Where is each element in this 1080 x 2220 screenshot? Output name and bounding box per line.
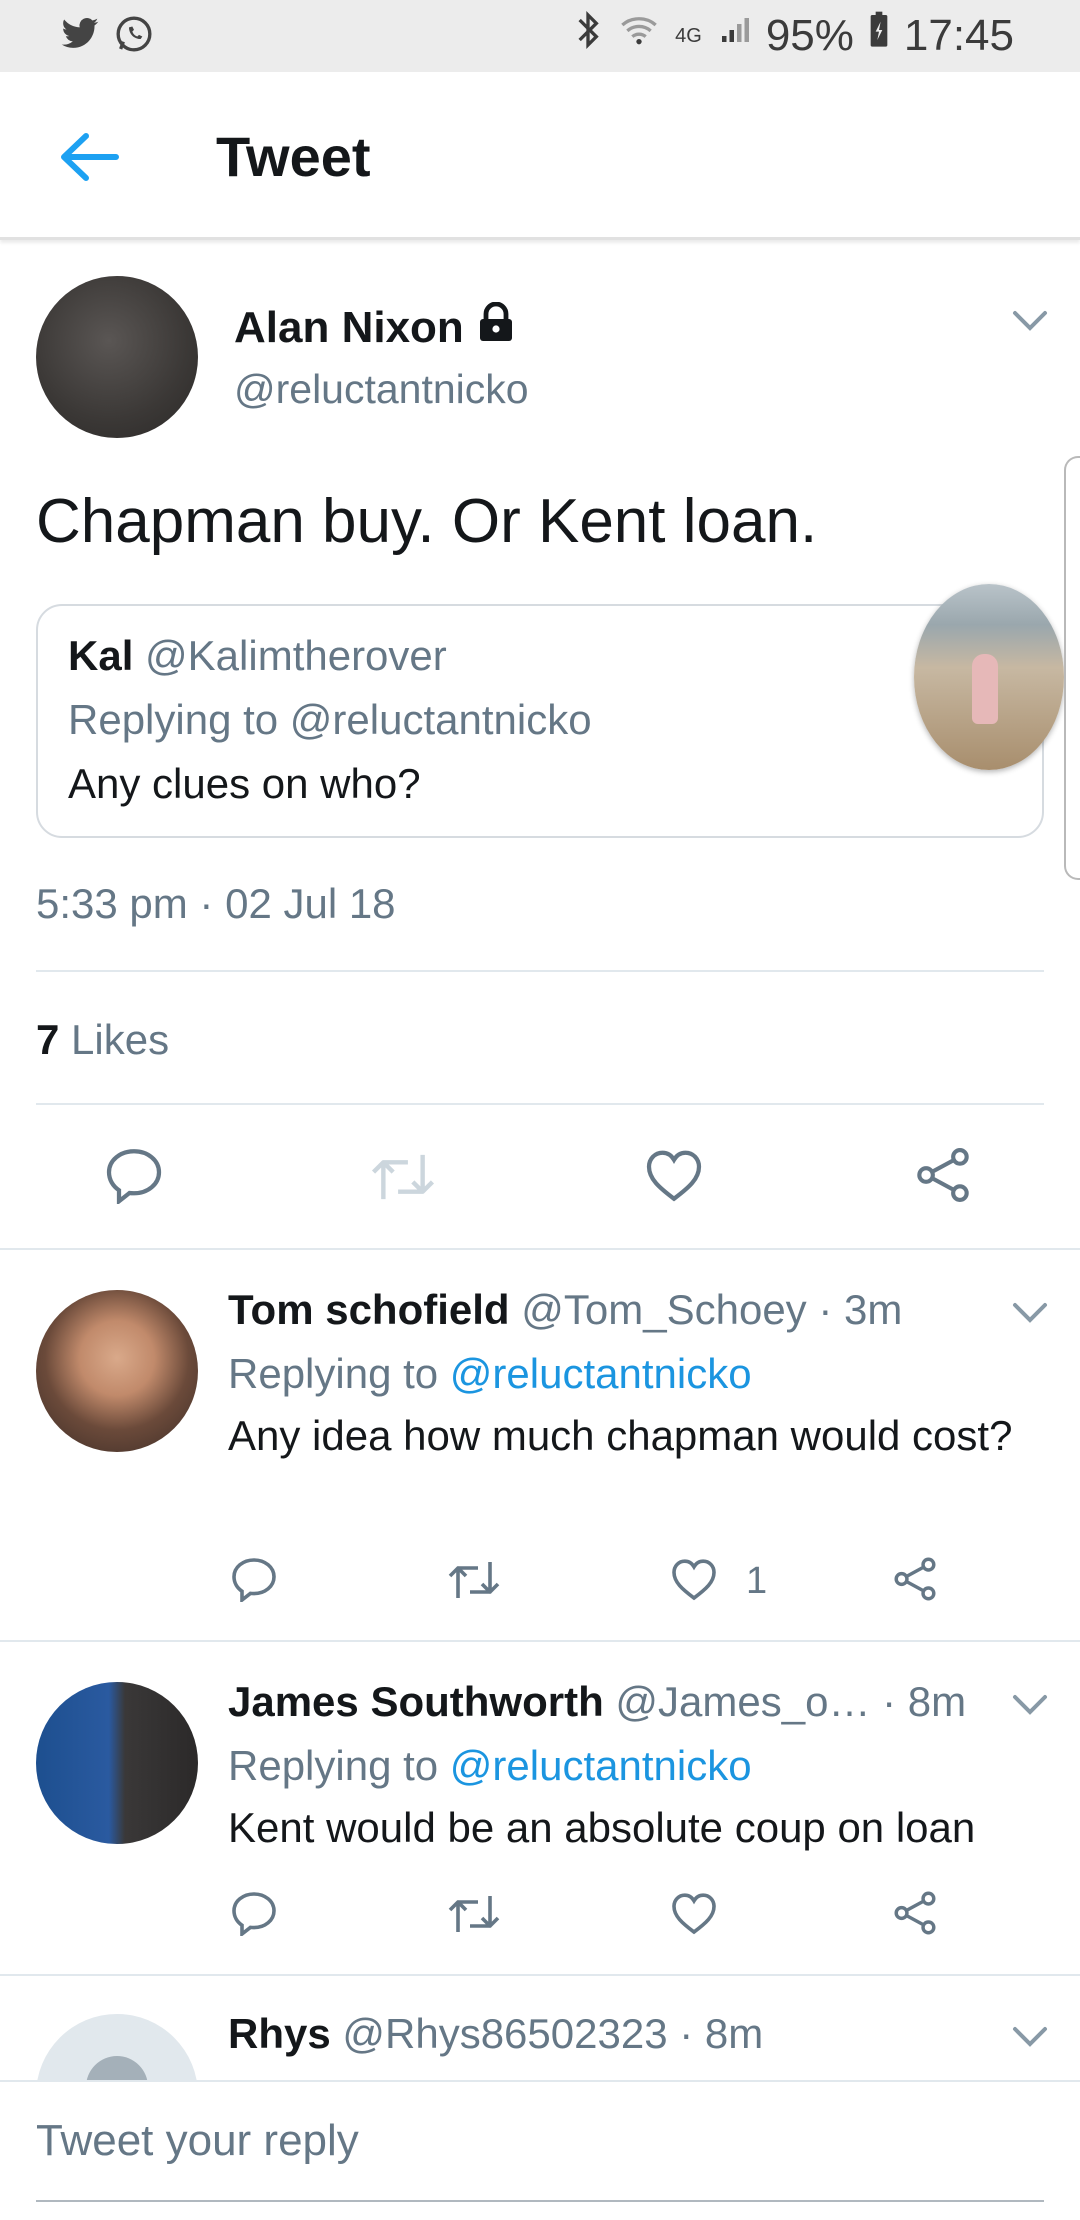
- heart-icon: [672, 1559, 716, 1601]
- divider: [0, 1974, 1080, 1976]
- quoted-replying-to: Replying to @reluctantnicko: [68, 696, 592, 743]
- retweet-button[interactable]: [446, 1558, 502, 1602]
- like-button[interactable]: [644, 1146, 704, 1204]
- share-button[interactable]: [914, 1146, 972, 1204]
- status-bar: 4G 95% 17:45: [0, 0, 1080, 72]
- reply-header[interactable]: Tom schofield @Tom_Schoey · 3m: [228, 1286, 902, 1334]
- chat-head-bubble[interactable]: [914, 584, 1064, 770]
- network-type-label: 4G: [675, 24, 702, 47]
- author-name-row[interactable]: Alan Nixon: [234, 301, 514, 353]
- reply-meta: @Tom_Schoey · 3m: [521, 1286, 903, 1333]
- divider: [36, 1103, 1044, 1105]
- heart-icon: [646, 1150, 702, 1202]
- divider: [0, 1640, 1080, 1642]
- reply-author-name: Tom schofield: [228, 1286, 510, 1333]
- retweet-icon: [371, 1154, 435, 1200]
- page-title: Tweet: [216, 125, 371, 188]
- retweet-icon: [448, 1562, 500, 1598]
- reply-text: Kent would be an absolute coup on loan: [228, 1804, 976, 1851]
- status-system-icons: 4G 95% 17:45: [573, 10, 1014, 61]
- retweet-button-disabled[interactable]: [368, 1150, 438, 1204]
- status-notification-icons: [60, 14, 154, 59]
- heart-icon: [672, 1893, 716, 1935]
- battery-percent: 95%: [765, 10, 854, 60]
- replying-to-handle-link[interactable]: @reluctantnicko: [450, 1742, 752, 1789]
- reply-button[interactable]: [230, 1890, 278, 1936]
- reply-input[interactable]: Tweet your reply: [36, 2116, 359, 2166]
- replying-to-handle-link[interactable]: @reluctantnicko: [450, 1350, 752, 1397]
- reply-author-name: James Southworth: [228, 1678, 604, 1725]
- whatsapp-icon: [114, 14, 154, 59]
- reply-replying-to: Replying to @reluctantnicko: [228, 1350, 752, 1398]
- clock: 17:45: [903, 10, 1014, 60]
- like-button[interactable]: [670, 1890, 718, 1936]
- divider: [36, 970, 1044, 972]
- reply-text: Any idea how much chapman would cost?: [228, 1412, 1013, 1459]
- replying-to-label: Replying to: [228, 1742, 439, 1789]
- twitter-icon: [60, 14, 100, 59]
- comment-icon: [232, 1558, 276, 1602]
- reply-meta: @James_o… · 8m: [615, 1678, 967, 1725]
- quoted-author: Kal @Kalimtherover: [68, 632, 447, 680]
- reply-avatar[interactable]: [36, 1682, 198, 1844]
- retweet-button[interactable]: [446, 1892, 502, 1936]
- comment-icon: [106, 1149, 162, 1204]
- reply-options-chevron-down-icon[interactable]: [1012, 2026, 1048, 2048]
- quoted-text: Any clues on who?: [68, 760, 421, 807]
- quoted-name: Kal: [68, 632, 134, 679]
- author-avatar[interactable]: [36, 276, 198, 438]
- reply-input-underline: [36, 2200, 1044, 2202]
- reply-button[interactable]: [104, 1146, 164, 1204]
- comment-icon: [232, 1892, 276, 1936]
- lock-icon: [478, 301, 514, 353]
- reply-header[interactable]: James Southworth @James_o… · 8m: [228, 1678, 966, 1726]
- arrow-left-icon: [61, 133, 119, 181]
- likes-count: 7: [36, 1016, 60, 1063]
- author-handle[interactable]: @reluctantnicko: [234, 366, 529, 413]
- quoted-tweet[interactable]: Kal @Kalimtherover Replying to @reluctan…: [36, 604, 1044, 838]
- reply-button[interactable]: [230, 1556, 278, 1602]
- share-icon: [917, 1148, 969, 1202]
- retweet-icon: [448, 1896, 500, 1932]
- share-button[interactable]: [892, 1890, 938, 1936]
- like-count: 1: [746, 1560, 768, 1602]
- reply-options-chevron-down-icon[interactable]: [1012, 1302, 1048, 1324]
- replying-to-label: Replying to: [228, 1350, 439, 1397]
- likes-label: Likes: [71, 1016, 170, 1063]
- back-button[interactable]: [58, 132, 120, 182]
- reply-replying-to: Replying to @reluctantnicko: [228, 1742, 752, 1790]
- like-button[interactable]: [670, 1556, 718, 1602]
- divider: [0, 1248, 1080, 1250]
- reply-header[interactable]: Rhys @Rhys86502323 · 8m: [228, 2010, 763, 2058]
- bluetooth-icon: [573, 10, 603, 61]
- wifi-icon: [617, 10, 661, 61]
- share-icon: [894, 1891, 936, 1935]
- reply-avatar[interactable]: [36, 1290, 198, 1452]
- share-button[interactable]: [892, 1556, 938, 1602]
- quoted-handle: @Kalimtherover: [145, 632, 447, 679]
- bubble-photo-figure: [972, 654, 998, 724]
- reply-author-name: Rhys: [228, 2010, 331, 2057]
- reply-options-chevron-down-icon[interactable]: [1012, 1694, 1048, 1716]
- battery-icon: [868, 10, 890, 61]
- tweet-options-chevron-down-icon[interactable]: [1012, 310, 1048, 332]
- author-name: Alan Nixon: [234, 302, 464, 352]
- reply-meta: @Rhys86502323 · 8m: [342, 2010, 764, 2057]
- tweet-timestamp: 5:33 pm · 02 Jul 18: [36, 880, 396, 927]
- tweet-text: Chapman buy. Or Kent loan.: [36, 487, 818, 556]
- edge-panel-handle[interactable]: [1064, 456, 1080, 880]
- likes-count-row[interactable]: 7 Likes: [36, 1016, 169, 1064]
- reply-compose-bar: Tweet your reply: [0, 2080, 1080, 2220]
- app-header: Tweet: [0, 72, 1080, 240]
- share-icon: [894, 1557, 936, 1601]
- signal-icon: [716, 10, 752, 61]
